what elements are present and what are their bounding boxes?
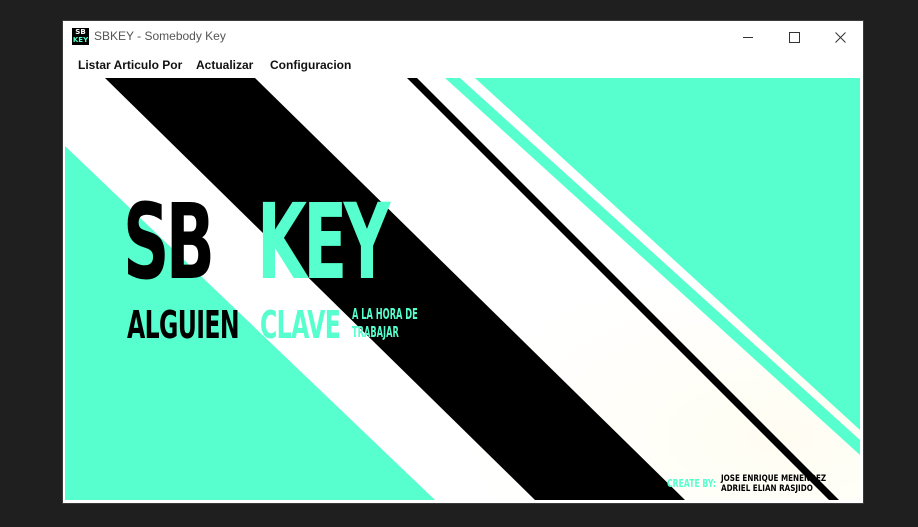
close-button[interactable]	[817, 21, 863, 53]
app-logo-line2: KEY	[72, 36, 89, 44]
credits-label: CREATE BY:	[667, 477, 716, 490]
title-bar[interactable]: SB KEY SBKEY - Somebody Key	[63, 21, 863, 53]
maximize-icon	[788, 31, 800, 43]
subtitle-alguien: ALGUIEN	[127, 303, 240, 347]
window-title: SBKEY - Somebody Key	[94, 29, 226, 43]
wordmark-key: KEY	[257, 181, 390, 303]
wordmark-sb: SB	[123, 181, 215, 303]
app-logo-line1: SB	[75, 28, 86, 36]
menu-actualizar[interactable]: Actualizar	[196, 58, 253, 72]
app-logo-icon: SB KEY	[72, 28, 89, 45]
close-icon	[834, 31, 846, 43]
maximize-button[interactable]	[771, 21, 817, 53]
menu-listar-articulo-por[interactable]: Listar Articulo Por	[78, 58, 182, 72]
menu-bar: Listar Articulo Por Actualizar Configura…	[63, 53, 863, 78]
minimize-button[interactable]	[725, 21, 771, 53]
credit-name-2: ADRIEL ELIAN RASJIDO	[721, 484, 813, 494]
splash-banner: SB KEY ALGUIEN CLAVE A LA HORA DE TRABAJ…	[65, 78, 860, 500]
app-window: SB KEY SBKEY - Somebody Key Listar Artic…	[63, 21, 863, 503]
subtitle-clave: CLAVE	[260, 303, 341, 347]
tagline-line1: A LA HORA DE	[352, 305, 418, 323]
minimize-icon	[743, 36, 753, 38]
tagline-line2: TRABAJAR	[352, 323, 399, 341]
credit-name-1: JOSE ENRIQUE MENENDEZ	[721, 474, 827, 484]
menu-configuracion[interactable]: Configuracion	[270, 58, 351, 72]
